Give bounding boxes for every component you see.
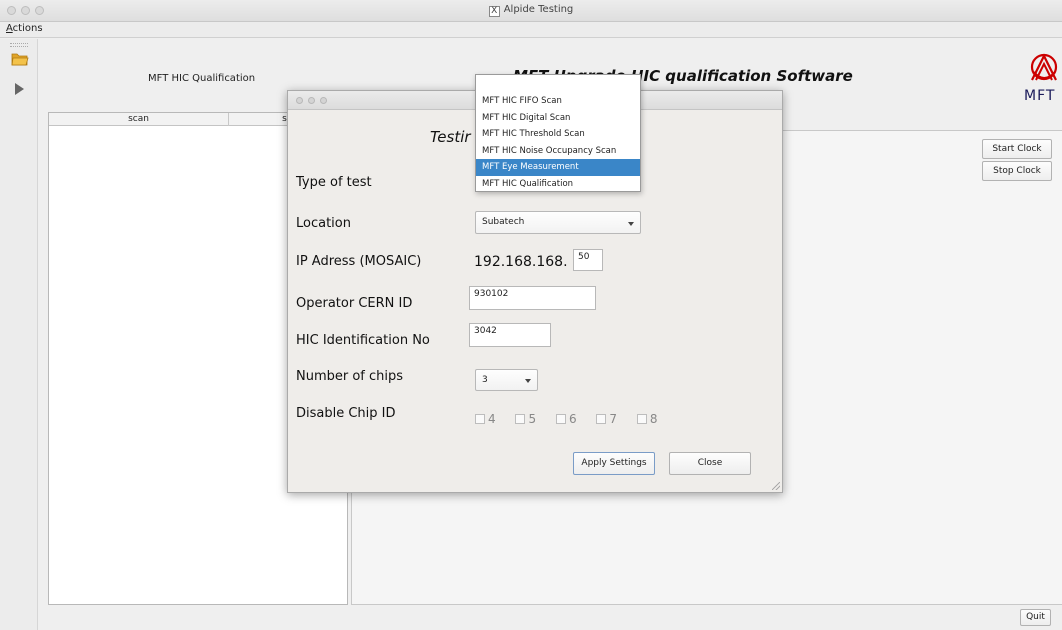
test-type-dropdown[interactable]: MFT HIC FIFO Scan MFT HIC Digital Scan M…	[475, 74, 641, 192]
close-button[interactable]: Close	[669, 452, 751, 475]
dropdown-option[interactable]: MFT HIC Digital Scan	[476, 110, 640, 127]
left-toolbar	[0, 39, 38, 630]
location-combobox[interactable]: Subatech	[475, 211, 641, 234]
operator-cern-id-label: Operator CERN ID	[296, 296, 413, 311]
chevron-down-icon	[525, 379, 531, 383]
disable-chip-id-label: Disable Chip ID	[296, 406, 396, 421]
mft-logo-text: MFT	[1024, 88, 1056, 104]
dialog-minimize-button[interactable]	[308, 97, 315, 104]
dropdown-option[interactable]: MFT Eye Measurement	[476, 159, 640, 176]
hic-identification-field[interactable]: 3042	[469, 323, 551, 347]
menu-actions[interactable]: Actions	[6, 23, 43, 34]
start-clock-button[interactable]: Start Clock	[982, 139, 1052, 159]
checkbox-box	[475, 413, 485, 424]
resize-grip-icon[interactable]	[772, 482, 780, 490]
window-title: Alpide Testing	[503, 4, 574, 15]
quit-button[interactable]: Quit	[1020, 609, 1051, 626]
mft-logo: MFT	[1024, 50, 1062, 110]
dropdown-option[interactable]: MFT HIC FIFO Scan	[476, 93, 640, 110]
ip-prefix: 192.168.168.	[474, 254, 568, 270]
disable-chip-checkboxes: 4 5 6 7 8	[475, 411, 674, 426]
toolbar-grip[interactable]	[10, 43, 28, 47]
dialog-heading: Testir	[430, 128, 471, 146]
menubar: Actions	[0, 22, 1062, 38]
checkbox-label: 7	[609, 411, 618, 426]
checkbox-box	[596, 413, 607, 424]
type-of-test-label: Type of test	[296, 175, 372, 190]
checkbox-label: 8	[649, 411, 658, 426]
checkbox-box	[636, 413, 647, 424]
checkbox-label: 5	[528, 411, 537, 426]
checkbox-label: 4	[488, 411, 496, 426]
window-title-container: X Alpide Testing	[0, 4, 1062, 17]
mft-logo-icon	[1030, 53, 1058, 81]
qualification-label: MFT HIC Qualification	[148, 73, 256, 84]
checkbox-label: 6	[568, 411, 577, 426]
number-of-chips-value: 3	[482, 375, 488, 385]
column-header-scan[interactable]: scan	[49, 113, 229, 126]
checkbox-box	[555, 413, 566, 424]
dropdown-option[interactable]: MFT HIC Threshold Scan	[476, 126, 640, 143]
folder-open-icon[interactable]	[11, 51, 29, 67]
number-of-chips-combobox[interactable]: 3	[475, 369, 538, 391]
location-label: Location	[296, 216, 351, 231]
x11-app-icon: X	[488, 6, 500, 17]
operator-cern-id-field[interactable]: 930102	[469, 286, 596, 310]
chip-4-checkbox[interactable]: 4	[475, 412, 496, 426]
checkbox-box	[515, 413, 526, 424]
dropdown-option[interactable]: MFT HIC Noise Occupancy Scan	[476, 143, 640, 160]
location-value: Subatech	[482, 217, 525, 227]
play-icon[interactable]	[15, 83, 24, 95]
apply-settings-button[interactable]: Apply Settings	[573, 452, 655, 475]
dialog-close-button[interactable]	[296, 97, 303, 104]
hic-identification-label: HIC Identification No	[296, 333, 430, 348]
dropdown-option[interactable]: MFT HIC Qualification	[476, 176, 640, 193]
chip-7-checkbox[interactable]: 7	[596, 412, 617, 426]
ip-last-octet-field[interactable]: 50	[573, 249, 603, 271]
number-of-chips-label: Number of chips	[296, 369, 404, 384]
chip-5-checkbox[interactable]: 5	[515, 412, 536, 426]
chip-8-checkbox[interactable]: 8	[636, 411, 658, 426]
window-titlebar: X Alpide Testing	[0, 0, 1062, 22]
chevron-down-icon	[628, 221, 634, 226]
ip-address-label: IP Adress (MOSAIC)	[296, 254, 422, 269]
stop-clock-button[interactable]: Stop Clock	[982, 161, 1052, 181]
chip-6-checkbox[interactable]: 6	[555, 411, 577, 426]
dialog-zoom-button[interactable]	[320, 97, 327, 104]
